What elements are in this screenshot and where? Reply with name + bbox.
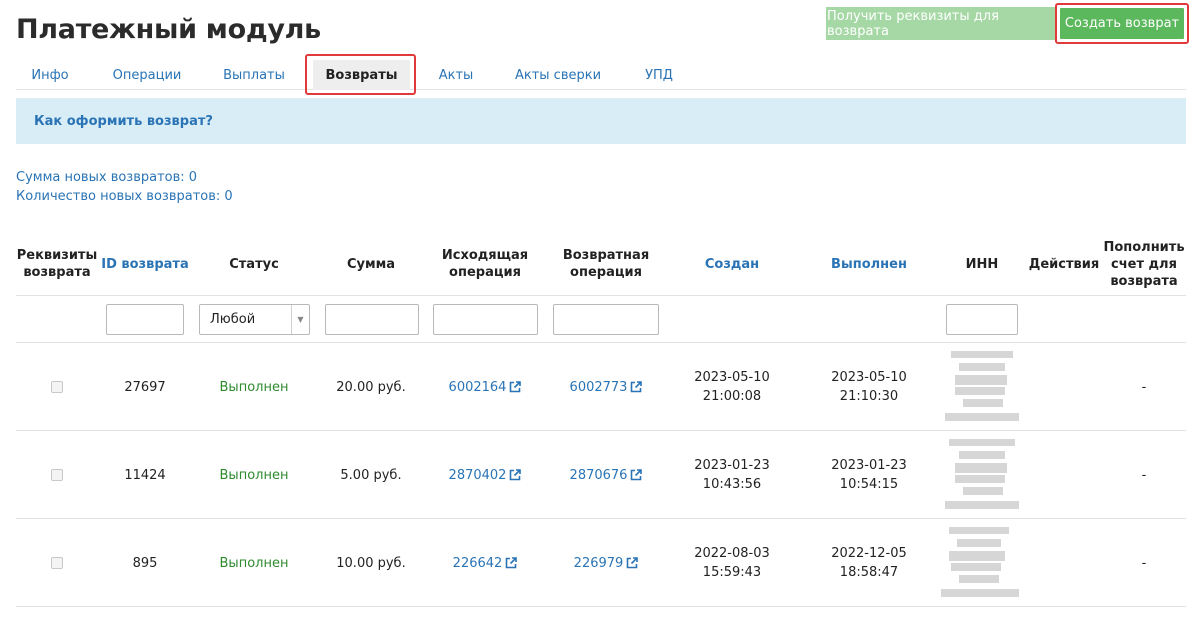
refund-id: 27697 xyxy=(124,379,166,395)
col-status: Статус xyxy=(229,256,279,272)
tab-bar: Инфо Операции Выплаты Возвраты Акты Акты… xyxy=(16,60,1186,90)
col-amount: Сумма xyxy=(346,256,396,272)
filter-status-select[interactable]: Любой ▼ xyxy=(199,304,310,335)
refund-operation-id: 2870676 xyxy=(569,467,628,483)
external-link-icon xyxy=(627,557,639,569)
col-refund-details: Реквизиты возврата xyxy=(16,248,98,280)
created-time: 21:00:08 xyxy=(702,389,762,404)
filter-outgoing-operation[interactable] xyxy=(433,304,538,335)
outgoing-operation-link[interactable]: 226642 xyxy=(453,554,518,573)
created-datetime: 2022-08-03 15:59:43 xyxy=(680,519,784,607)
outgoing-operation-id: 2870402 xyxy=(448,467,507,483)
refund-details-checkbox[interactable] xyxy=(51,381,63,393)
col-inn: ИНН xyxy=(965,256,999,272)
refund-details-checkbox[interactable] xyxy=(51,469,63,481)
inn-blurred xyxy=(944,343,1020,431)
how-to-refund-link[interactable]: Как оформить возврат? xyxy=(34,114,213,129)
col-completed[interactable]: Выполнен xyxy=(800,232,938,296)
refund-operation-id: 226979 xyxy=(573,555,624,571)
refund-summary: Сумма новых возвратов: 0 Количество новы… xyxy=(16,168,233,206)
tab-operations[interactable]: Операции xyxy=(106,60,188,90)
filter-amount[interactable] xyxy=(325,304,419,335)
external-link-icon xyxy=(506,557,518,569)
new-refunds-sum: Сумма новых возвратов: 0 xyxy=(16,170,198,185)
external-link-icon xyxy=(510,469,522,481)
inn-blurred xyxy=(941,519,1020,607)
tab-refunds[interactable]: Возвраты xyxy=(313,60,410,90)
col-refund-id[interactable]: ID возврата xyxy=(100,232,190,296)
created-date: 2023-01-23 xyxy=(694,458,770,473)
refund-id: 895 xyxy=(132,555,158,571)
completed-datetime: 2023-01-23 10:54:15 xyxy=(831,458,907,492)
col-topup-account: Пополнить счет для возврата xyxy=(1103,239,1185,289)
tab-upd[interactable]: УПД xyxy=(631,60,687,90)
create-refund-highlight: Создать возврат xyxy=(1055,3,1189,44)
topup-value: - xyxy=(1141,555,1147,571)
outgoing-operation-id: 226642 xyxy=(452,555,503,571)
chevron-down-icon: ▼ xyxy=(291,305,309,334)
tab-payouts[interactable]: Выплаты xyxy=(214,60,294,90)
completed-datetime: 2022-12-05 18:58:47 xyxy=(831,546,907,580)
col-created[interactable]: Создан xyxy=(680,232,784,296)
filter-inn[interactable] xyxy=(946,304,1018,335)
col-outgoing-operation: Исходящая операция xyxy=(441,248,529,280)
refund-operation-link[interactable]: 6002773 xyxy=(570,378,643,397)
created-date: 2022-08-03 xyxy=(694,546,770,561)
table-header: Реквизиты возврата ID возврата Статус Су… xyxy=(16,232,1186,296)
filter-status-value: Любой xyxy=(210,312,256,327)
page-title: Платежный модуль xyxy=(16,14,321,45)
col-refund-operation: Возвратная операция xyxy=(562,248,650,280)
col-actions: Действия xyxy=(1028,256,1100,272)
external-link-icon xyxy=(631,469,643,481)
table-row: 11424 Выполнен 5.00 руб. 2870402 2870676… xyxy=(16,431,1186,519)
filter-refund-operation[interactable] xyxy=(553,304,659,335)
tab-reconciliation-acts[interactable]: Акты сверки xyxy=(510,60,606,90)
status-label: Выполнен xyxy=(219,379,289,395)
created-datetime: 2023-01-23 10:43:56 xyxy=(680,431,784,519)
inn-blurred xyxy=(944,431,1020,519)
filter-refund-id[interactable] xyxy=(106,304,184,335)
outgoing-operation-link[interactable]: 6002164 xyxy=(449,378,522,397)
tab-info[interactable]: Инфо xyxy=(16,60,84,90)
info-banner: Как оформить возврат? xyxy=(16,98,1186,144)
refund-operation-link[interactable]: 226979 xyxy=(574,554,639,573)
created-time: 10:43:56 xyxy=(702,477,762,492)
refund-operation-link[interactable]: 2870676 xyxy=(570,466,643,485)
created-date: 2023-05-10 xyxy=(694,370,770,385)
amount: 20.00 руб. xyxy=(336,379,406,395)
table-row: 895 Выполнен 10.00 руб. 226642 226979 20… xyxy=(16,519,1186,607)
get-refund-details-button[interactable]: Получить реквизиты для возврата xyxy=(826,7,1055,40)
topup-value: - xyxy=(1141,467,1147,483)
create-refund-button[interactable]: Создать возврат xyxy=(1060,8,1184,39)
tab-acts[interactable]: Акты xyxy=(428,60,484,90)
filter-row: Любой ▼ xyxy=(16,296,1186,343)
outgoing-operation-id: 6002164 xyxy=(448,379,507,395)
status-label: Выполнен xyxy=(219,467,289,483)
external-link-icon xyxy=(510,381,522,393)
outgoing-operation-link[interactable]: 2870402 xyxy=(449,466,522,485)
completed-datetime: 2023-05-10 21:10:30 xyxy=(831,370,907,404)
table-row: 27697 Выполнен 20.00 руб. 6002164 600277… xyxy=(16,343,1186,431)
amount: 10.00 руб. xyxy=(336,555,406,571)
refund-operation-id: 6002773 xyxy=(569,379,628,395)
new-refunds-count: Количество новых возвратов: 0 xyxy=(16,189,233,204)
created-time: 15:59:43 xyxy=(702,565,762,580)
amount: 5.00 руб. xyxy=(340,467,402,483)
refund-id: 11424 xyxy=(124,467,166,483)
created-datetime: 2023-05-10 21:00:08 xyxy=(680,343,784,431)
refund-details-checkbox[interactable] xyxy=(51,557,63,569)
external-link-icon xyxy=(631,381,643,393)
status-label: Выполнен xyxy=(219,555,289,571)
topup-value: - xyxy=(1141,379,1147,395)
